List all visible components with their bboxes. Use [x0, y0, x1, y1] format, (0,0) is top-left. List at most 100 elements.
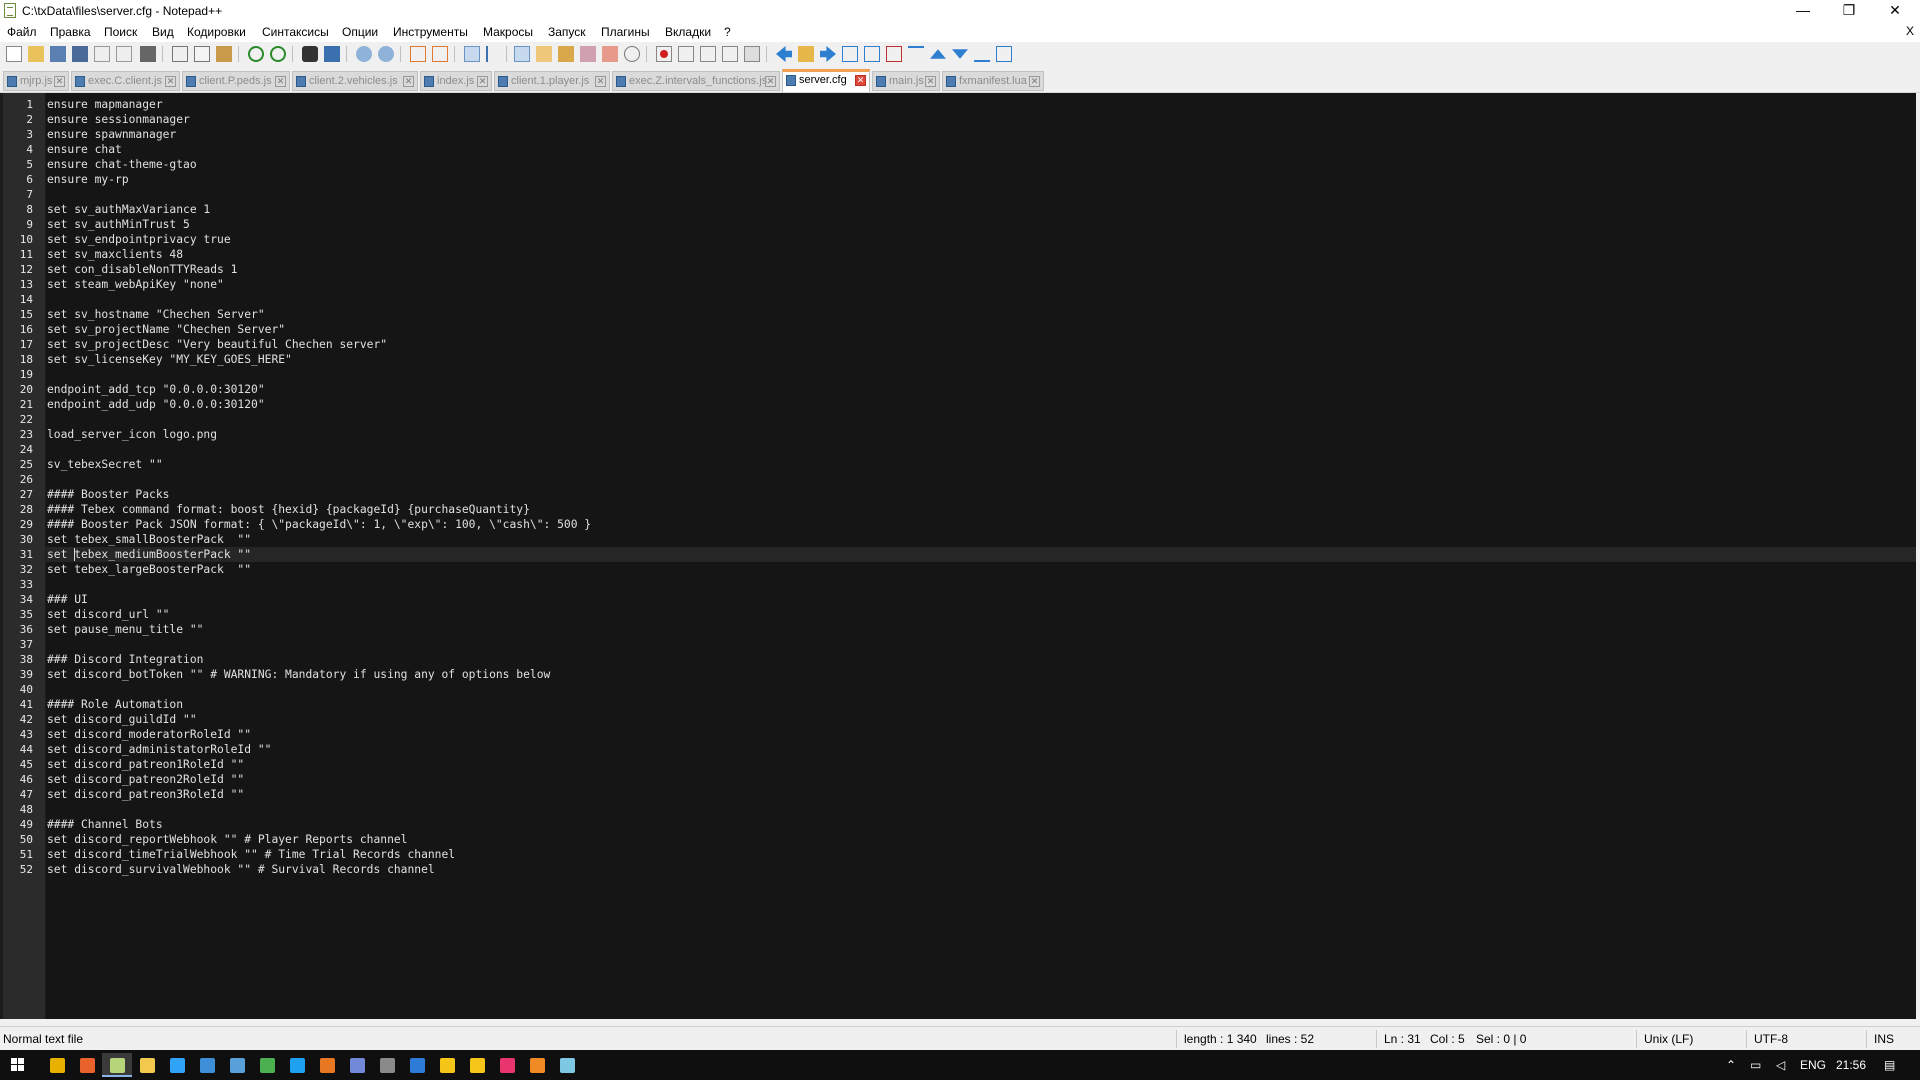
code-line[interactable]: ensure my-rp: [47, 172, 129, 187]
code-line[interactable]: ### Discord Integration: [47, 652, 203, 667]
code-line[interactable]: set discord_moderatorRoleId "": [47, 727, 251, 742]
save-macro-icon[interactable]: [744, 46, 760, 62]
code-line[interactable]: #### Channel Bots: [47, 817, 163, 832]
bookmark-icon[interactable]: [798, 46, 814, 62]
function-list-icon[interactable]: [558, 46, 574, 62]
maximize-button[interactable]: ❐: [1826, 0, 1872, 22]
code-line[interactable]: set sv_maxclients 48: [47, 247, 183, 262]
code-line[interactable]: #### Tebex command format: boost {hexid}…: [47, 502, 530, 517]
tab-close-icon[interactable]: ✕: [925, 76, 936, 87]
menu-tabs[interactable]: Вкладки: [665, 25, 711, 39]
new-file-icon[interactable]: [6, 46, 22, 62]
code-line[interactable]: set sv_projectDesc "Very beautiful Chech…: [47, 337, 387, 352]
code-line[interactable]: set tebex_mediumBoosterPack "": [47, 547, 251, 562]
code-line[interactable]: ensure chat-theme-gtao: [47, 157, 197, 172]
tab-close-icon[interactable]: ✕: [595, 76, 606, 87]
tab-close-icon[interactable]: ✕: [275, 76, 286, 87]
download-icon[interactable]: [842, 46, 858, 62]
start-button[interactable]: [2, 1053, 32, 1077]
tab-server-cfg[interactable]: server.cfg ✕: [782, 69, 870, 92]
arrow-left-icon[interactable]: [776, 46, 792, 62]
clock[interactable]: 21:56: [1836, 1058, 1866, 1072]
monitoring-icon[interactable]: [624, 46, 640, 62]
code-line[interactable]: set pause_menu_title "": [47, 622, 203, 637]
playback-icon[interactable]: [700, 46, 716, 62]
open-file-icon[interactable]: [28, 46, 44, 62]
code-line[interactable]: set sv_endpointprivacy true: [47, 232, 231, 247]
clipboard-history-icon[interactable]: [602, 46, 618, 62]
close-icon[interactable]: [94, 46, 110, 62]
copy-icon[interactable]: [194, 46, 210, 62]
undo-icon[interactable]: [248, 46, 264, 62]
taskbar-app-photoshop[interactable]: [162, 1053, 192, 1077]
code-line[interactable]: set discord_patreon3RoleId "": [47, 787, 244, 802]
menu-encoding[interactable]: Кодировки: [187, 25, 246, 39]
redo-icon[interactable]: [270, 46, 286, 62]
code-line[interactable]: set sv_authMinTrust 5: [47, 217, 190, 232]
code-line[interactable]: set sv_authMaxVariance 1: [47, 202, 210, 217]
code-line[interactable]: set discord_timeTrialWebhook "" # Time T…: [47, 847, 455, 862]
tab-close-icon[interactable]: ✕: [54, 76, 65, 87]
collapse-icon[interactable]: [908, 46, 924, 62]
network-icon[interactable]: ▭: [1750, 1058, 1761, 1072]
menu-search[interactable]: Поиск: [104, 25, 137, 39]
code-line[interactable]: set discord_botToken "" # WARNING: Manda…: [47, 667, 550, 682]
cut-icon[interactable]: [172, 46, 188, 62]
code-line[interactable]: set discord_url "": [47, 607, 169, 622]
tab-index-js[interactable]: index.js ✕: [420, 71, 492, 91]
tab-client-1-player-js[interactable]: client.1.player.js ✕: [494, 71, 610, 91]
menu-help[interactable]: ?: [724, 25, 731, 39]
taskbar-app-app-green[interactable]: [252, 1053, 282, 1077]
folder-workspace-icon[interactable]: [580, 46, 596, 62]
code-line[interactable]: #### Booster Packs: [47, 487, 169, 502]
sync-horizontal-icon[interactable]: [432, 46, 448, 62]
panel-icon[interactable]: [996, 46, 1012, 62]
code-line[interactable]: endpoint_add_udp "0.0.0.0:30120": [47, 397, 265, 412]
tab-close-icon[interactable]: ✕: [477, 76, 488, 87]
volume-icon[interactable]: ◁: [1776, 1058, 1785, 1072]
close-window-button[interactable]: ✕: [1872, 0, 1918, 22]
menu-macros[interactable]: Макросы: [483, 25, 533, 39]
taskbar-app-store[interactable]: [192, 1053, 222, 1077]
save-icon[interactable]: [50, 46, 66, 62]
find-icon[interactable]: [302, 46, 318, 62]
taskbar-app-app-orange[interactable]: [312, 1053, 342, 1077]
menu-view[interactable]: Вид: [152, 25, 174, 39]
save-all-icon[interactable]: [72, 46, 88, 62]
taskbar-app-chrome[interactable]: [42, 1053, 72, 1077]
code-line[interactable]: #### Role Automation: [47, 697, 183, 712]
menu-plugins[interactable]: Плагины: [601, 25, 650, 39]
taskbar-app-firefox[interactable]: [72, 1053, 102, 1077]
taskbar-app-rockstar2[interactable]: [462, 1053, 492, 1077]
menu-file[interactable]: Файл: [7, 25, 37, 39]
code-line[interactable]: sv_tebexSecret "": [47, 457, 163, 472]
replace-icon[interactable]: [324, 46, 340, 62]
code-line[interactable]: endpoint_add_tcp "0.0.0.0:30120": [47, 382, 265, 397]
taskbar-app-notepad[interactable]: [552, 1053, 582, 1077]
tray-chevron-icon[interactable]: ⌃: [1726, 1058, 1736, 1072]
document-map-icon[interactable]: [536, 46, 552, 62]
close-document-button[interactable]: X: [1906, 24, 1914, 38]
expand-icon[interactable]: [974, 46, 990, 62]
code-line[interactable]: ensure spawnmanager: [47, 127, 176, 142]
show-all-chars-icon[interactable]: [486, 46, 502, 62]
move-down-icon[interactable]: [952, 49, 968, 59]
taskbar-app-file-explorer[interactable]: [132, 1053, 162, 1077]
code-line[interactable]: ### UI: [47, 592, 88, 607]
tab-client-2-vehicles-js[interactable]: client.2.vehicles.js ✕: [292, 71, 418, 91]
grid-red-icon[interactable]: [886, 46, 902, 62]
taskbar-app-app-pink[interactable]: [492, 1053, 522, 1077]
taskbar-app-app-blue[interactable]: [402, 1053, 432, 1077]
code-line[interactable]: #### Booster Pack JSON format: { \"packa…: [47, 517, 591, 532]
code-line[interactable]: set discord_administatorRoleId "": [47, 742, 271, 757]
code-line[interactable]: set discord_survivalWebhook "" # Surviva…: [47, 862, 435, 877]
paste-icon[interactable]: [216, 46, 232, 62]
language-indicator[interactable]: ENG: [1800, 1058, 1826, 1072]
taskbar-app-network-tool[interactable]: [222, 1053, 252, 1077]
taskbar-app-notepadpp[interactable]: [102, 1053, 132, 1077]
taskbar-app-steam[interactable]: [372, 1053, 402, 1077]
stop-recording-icon[interactable]: [678, 46, 694, 62]
code-line[interactable]: set sv_hostname "Chechen Server": [47, 307, 265, 322]
code-line[interactable]: set discord_reportWebhook "" # Player Re…: [47, 832, 407, 847]
zoom-out-icon[interactable]: [378, 46, 394, 62]
